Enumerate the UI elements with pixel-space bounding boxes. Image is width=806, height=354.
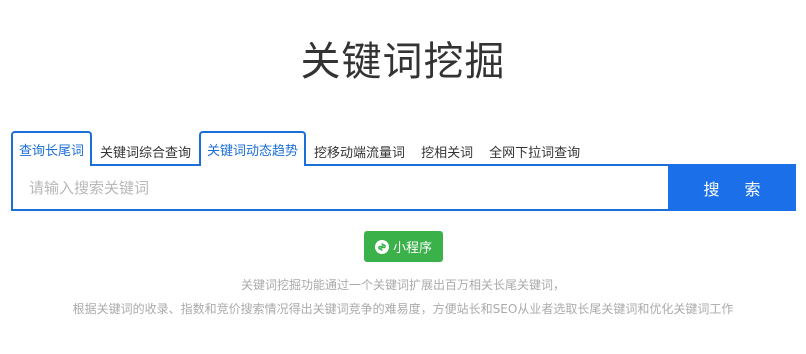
- search-button[interactable]: 搜 索: [668, 164, 796, 211]
- mini-program-icon: [374, 239, 389, 254]
- mini-program-button[interactable]: 小程序: [364, 231, 443, 262]
- page-title: 关键词挖掘: [300, 39, 506, 85]
- tab-long-tail-query[interactable]: 查询长尾词: [11, 131, 93, 166]
- tab-mobile-traffic-words[interactable]: 挖移动端流量词: [306, 133, 414, 166]
- tab-keyword-dynamic-trend[interactable]: 关键词动态趋势: [199, 131, 307, 166]
- tab-related-words[interactable]: 挖相关词: [413, 133, 482, 166]
- mini-program-label: 小程序: [392, 241, 432, 256]
- tab-keyword-comprehensive-query[interactable]: 关键词综合查询: [92, 133, 200, 166]
- description-line-2: 根据关键词的收录、指数和竞价搜索情况得出关键词竞争的难易度，方便站长和SEO从业…: [72, 302, 734, 316]
- tab-dropdown-words-query[interactable]: 全网下拉词查询: [481, 133, 589, 166]
- search-tabs: 查询长尾词 关键词综合查询 关键词动态趋势 挖移动端流量词 挖相关词 全网下拉词…: [11, 131, 589, 166]
- search-input[interactable]: [11, 164, 668, 211]
- search-bar: 搜 索: [11, 164, 796, 211]
- description-line-1: 关键词挖掘功能通过一个关键词扩展出百万相关长尾关键词，: [240, 278, 565, 292]
